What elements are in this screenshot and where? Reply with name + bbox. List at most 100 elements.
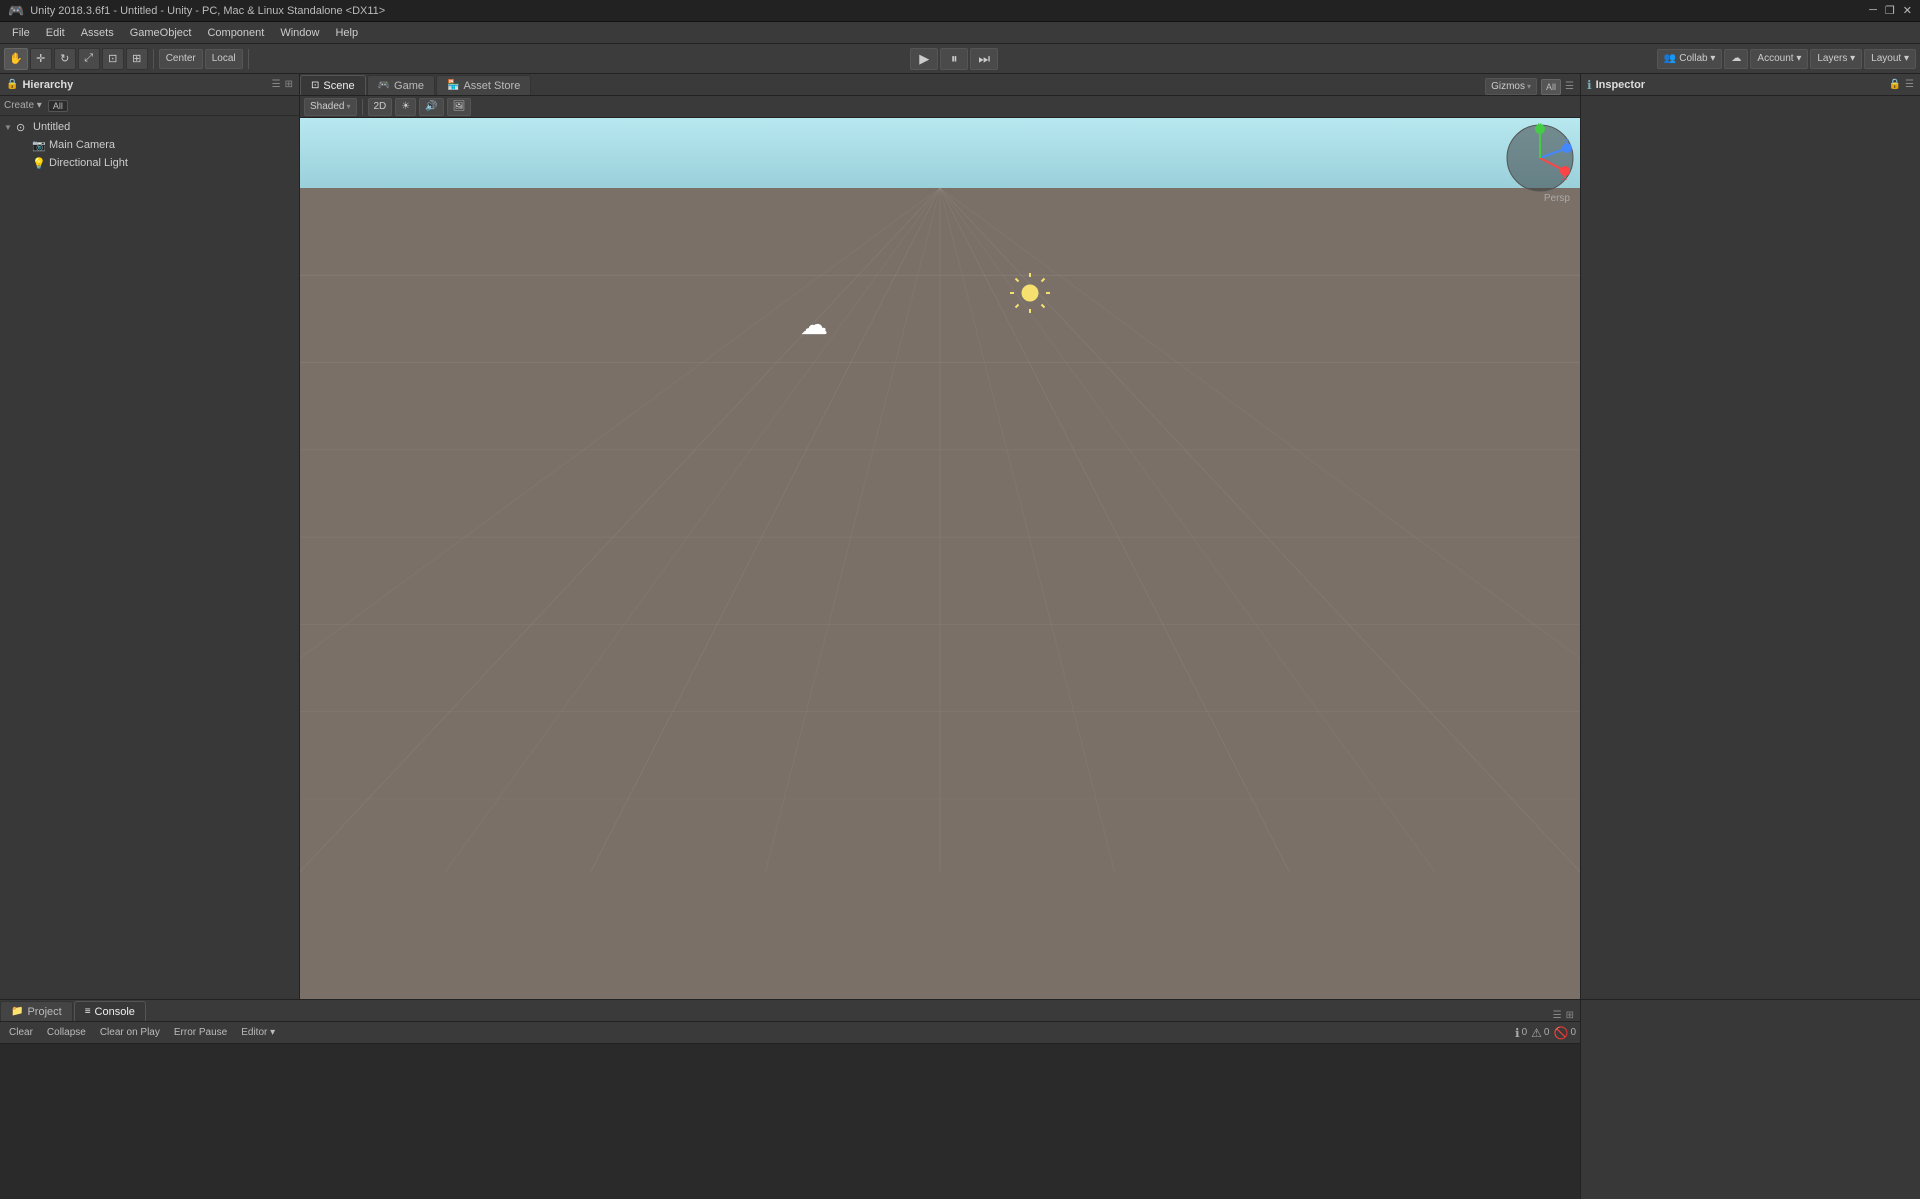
- collab-icon: 👥: [1664, 53, 1676, 64]
- console-tab-icon: ≡: [85, 1006, 91, 1017]
- hierarchy-directional-light[interactable]: 💡 Directional Light: [0, 154, 299, 172]
- sun-icon: [1010, 273, 1050, 313]
- bottom-panel-menu[interactable]: ☰: [1553, 1010, 1562, 1021]
- console-warning-badge: ⚠ 0: [1531, 1026, 1549, 1040]
- console-clear-on-play-btn[interactable]: Clear on Play: [95, 1024, 165, 1042]
- tool-transform[interactable]: ⊞: [126, 48, 148, 70]
- inspector-panel: ℹ Inspector 🔒 ☰: [1580, 74, 1920, 999]
- restore-btn[interactable]: ❐: [1885, 4, 1895, 17]
- inspector-menu-icon[interactable]: ☰: [1905, 79, 1914, 90]
- hierarchy-main-camera[interactable]: 📷 Main Camera: [0, 136, 299, 154]
- menu-help[interactable]: Help: [327, 25, 366, 41]
- collab-button[interactable]: 👥 Collab ▾: [1657, 49, 1723, 69]
- menu-gameobject[interactable]: GameObject: [122, 25, 200, 41]
- unity-icon: 🎮: [8, 3, 24, 19]
- 2d-toggle[interactable]: 2D: [368, 98, 393, 116]
- effects-toggle[interactable]: 🖼: [447, 98, 472, 116]
- lighting-toggle[interactable]: ☀: [395, 98, 416, 116]
- hierarchy-filter-all[interactable]: All: [48, 100, 68, 112]
- main-toolbar: ✋ ✛ ↻ ⤢ ⊡ ⊞ Center Local ▶ ⏸ ⏭ 👥 Collab …: [0, 44, 1920, 74]
- console-right: ℹ 0 ⚠ 0 🚫 0: [1515, 1026, 1576, 1040]
- menu-edit[interactable]: Edit: [38, 25, 73, 41]
- tool-rotate[interactable]: ↻: [54, 48, 76, 70]
- layers-label: Layers ▾: [1817, 53, 1855, 64]
- play-button[interactable]: ▶: [910, 48, 938, 70]
- asset-store-tab[interactable]: 🏪 Asset Store: [436, 75, 531, 95]
- pivot-center-btn[interactable]: Center: [159, 49, 203, 69]
- tool-hand[interactable]: ✋: [4, 48, 28, 70]
- scene-panel-menu[interactable]: ☰: [1565, 81, 1574, 92]
- shading-dropdown[interactable]: Shaded ▾: [304, 98, 357, 116]
- account-button[interactable]: Account ▾: [1750, 49, 1808, 69]
- bottom-panel: 📁 Project ≡ Console ☰ ⊞ Clear Collapse C…: [0, 999, 1920, 1199]
- cloud-button[interactable]: ☁: [1724, 49, 1748, 69]
- tool-rect[interactable]: ⊡: [102, 48, 124, 70]
- inspector-title: Inspector: [1596, 79, 1646, 91]
- title-text: Unity 2018.3.6f1 - Untitled - Unity - PC…: [30, 5, 385, 17]
- scene-tab-label: Scene: [323, 80, 354, 92]
- scene-root-item[interactable]: ▼ ⊙ Untitled: [0, 118, 299, 136]
- layers-button[interactable]: Layers ▾: [1810, 49, 1862, 69]
- hierarchy-create-btn[interactable]: Create ▾: [4, 100, 42, 111]
- pivot-local-btn[interactable]: Local: [205, 49, 243, 69]
- error-icon: 🚫: [1553, 1026, 1568, 1040]
- bottom-inner: 📁 Project ≡ Console ☰ ⊞ Clear Collapse C…: [0, 1000, 1920, 1199]
- menu-file[interactable]: File: [4, 25, 38, 41]
- step-button[interactable]: ⏭: [970, 48, 998, 70]
- hierarchy-toolbar: Create ▾ All: [0, 96, 299, 116]
- pause-button[interactable]: ⏸: [940, 48, 968, 70]
- hierarchy-content: ▼ ⊙ Untitled 📷 Main Camera 💡 Directional…: [0, 116, 299, 999]
- bottom-panel-resize[interactable]: ⊞: [1566, 1010, 1574, 1021]
- asset-store-tab-label: Asset Store: [463, 80, 520, 92]
- scene-gizmo: Z X Y: [1505, 123, 1575, 193]
- project-tab-label: Project: [27, 1006, 61, 1018]
- directional-light-label: Directional Light: [49, 157, 128, 169]
- account-label: Account ▾: [1757, 53, 1801, 64]
- tool-scale[interactable]: ⤢: [78, 48, 100, 70]
- gizmos-btn[interactable]: Gizmos ▾: [1485, 78, 1537, 95]
- tool-buttons: ✋ ✛ ↻ ⤢ ⊡ ⊞: [4, 48, 148, 70]
- console-tab[interactable]: ≡ Console: [74, 1001, 146, 1021]
- log-count: 0: [1522, 1027, 1528, 1038]
- hierarchy-resize-icon[interactable]: ⊞: [285, 79, 293, 90]
- svg-text:Z: Z: [1564, 138, 1569, 147]
- hierarchy-title: Hierarchy: [22, 79, 73, 91]
- expand-arrow-untitled: ▼: [4, 123, 16, 132]
- menu-window[interactable]: Window: [272, 25, 327, 41]
- menu-assets[interactable]: Assets: [73, 25, 122, 41]
- bottom-inspector-spacer: [1580, 1000, 1920, 1199]
- game-tab-label: Game: [394, 80, 424, 92]
- minimize-btn[interactable]: ─: [1869, 4, 1877, 17]
- console-editor-btn[interactable]: Editor ▾: [236, 1024, 280, 1042]
- scene-perspective-grid: [300, 188, 1580, 872]
- scene-all-tag[interactable]: All: [1541, 79, 1561, 95]
- hierarchy-menu-icon[interactable]: ☰: [272, 79, 281, 90]
- layout-label: Layout ▾: [1871, 53, 1909, 64]
- console-clear-btn[interactable]: Clear: [4, 1024, 38, 1042]
- layout-button[interactable]: Layout ▾: [1864, 49, 1916, 69]
- log-icon: ℹ: [1515, 1026, 1520, 1040]
- collab-label: Collab ▾: [1679, 53, 1715, 64]
- close-btn[interactable]: ✕: [1903, 4, 1912, 17]
- console-toolbar: Clear Collapse Clear on Play Error Pause…: [0, 1022, 1580, 1044]
- tool-move[interactable]: ✛: [30, 48, 52, 70]
- main-layout: 🔒 Hierarchy ☰ ⊞ Create ▾ All ▼ ⊙ Untitle…: [0, 74, 1920, 999]
- game-tab[interactable]: 🎮 Game: [367, 75, 435, 95]
- audio-toggle[interactable]: 🔊: [419, 98, 443, 116]
- scene-sky: [300, 118, 1580, 188]
- console-collapse-btn[interactable]: Collapse: [42, 1024, 91, 1042]
- inspector-info-icon: ℹ: [1587, 78, 1592, 92]
- title-bar: 🎮 Unity 2018.3.6f1 - Untitled - Unity - …: [0, 0, 1920, 22]
- scene-viewport[interactable]: ☁ Z X Y Pers: [300, 118, 1580, 999]
- hierarchy-panel: 🔒 Hierarchy ☰ ⊞ Create ▾ All ▼ ⊙ Untitle…: [0, 74, 300, 999]
- console-error-pause-btn[interactable]: Error Pause: [169, 1024, 232, 1042]
- scene-tab[interactable]: ⊡ Scene: [300, 75, 366, 95]
- error-count: 0: [1570, 1027, 1576, 1038]
- toolbar-sep-2: [248, 49, 249, 69]
- bottom-tabs-bar: 📁 Project ≡ Console ☰ ⊞: [0, 1000, 1580, 1022]
- menu-component[interactable]: Component: [199, 25, 272, 41]
- inspector-lock-icon[interactable]: 🔒: [1889, 79, 1901, 90]
- menu-bar: File Edit Assets GameObject Component Wi…: [0, 22, 1920, 44]
- inspector-header: ℹ Inspector 🔒 ☰: [1581, 74, 1920, 96]
- project-tab[interactable]: 📁 Project: [0, 1001, 73, 1021]
